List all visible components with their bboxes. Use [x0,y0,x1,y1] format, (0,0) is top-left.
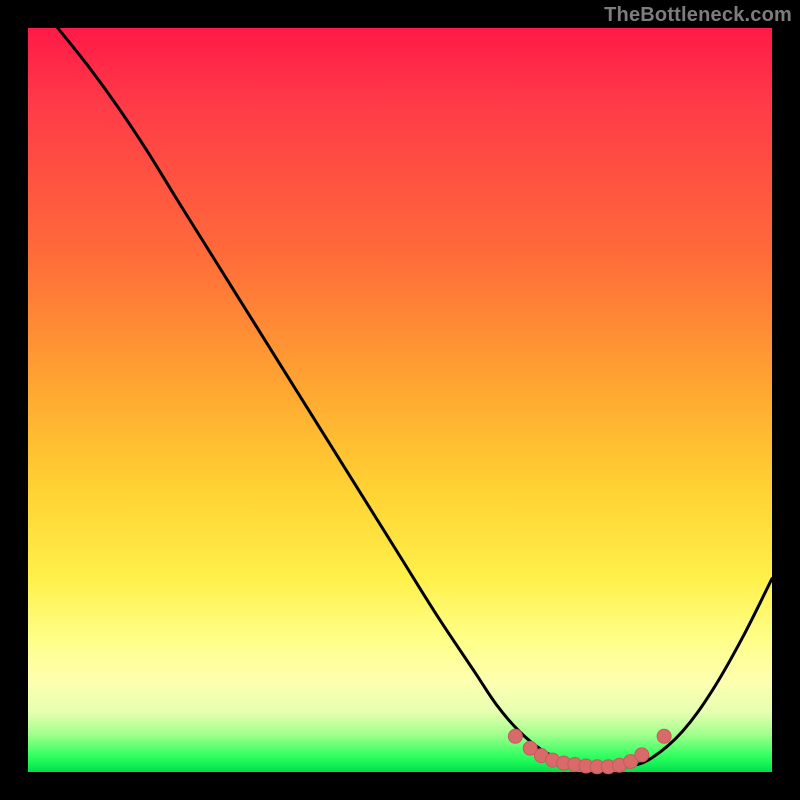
curve-markers [508,729,671,774]
watermark-text: TheBottleneck.com [604,4,792,27]
curve-marker [508,729,522,743]
bottleneck-curve [58,28,772,768]
curve-marker [635,748,649,762]
chart-frame: TheBottleneck.com [0,0,800,800]
curve-svg [28,28,772,772]
plot-area [28,28,772,772]
curve-marker [657,729,671,743]
